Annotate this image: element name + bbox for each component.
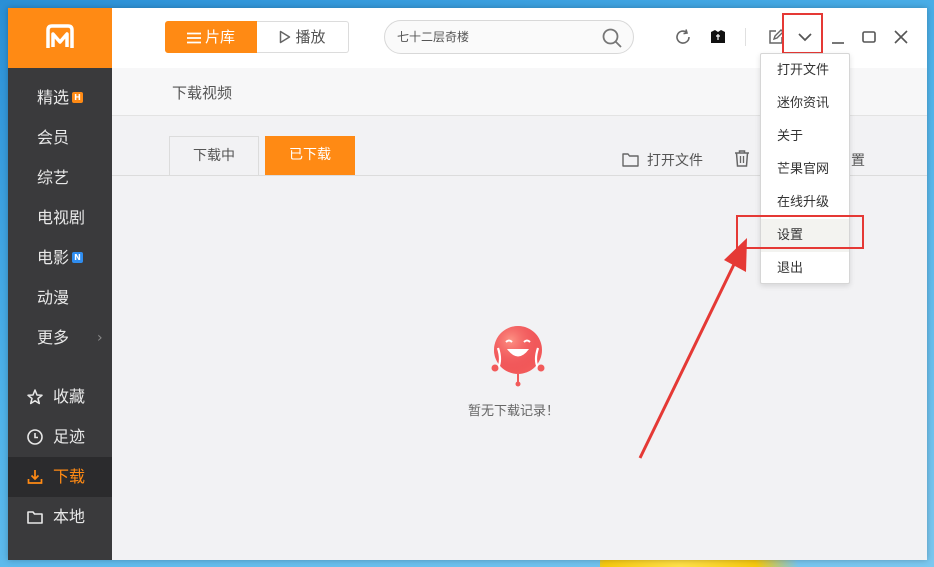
library-button[interactable]: 片库: [165, 21, 257, 53]
sidebar-item-label: 下载: [53, 467, 86, 486]
trash-icon[interactable]: [734, 150, 750, 167]
library-label: 片库: [204, 28, 235, 46]
sidebar-item-label: 电影: [37, 248, 70, 267]
folder-icon: [27, 511, 43, 524]
sidebar-item-more[interactable]: 更多 ›: [8, 318, 112, 358]
close-icon[interactable]: [892, 28, 910, 46]
menu-item-mini-news[interactable]: 迷你资讯: [761, 87, 849, 120]
app-logo[interactable]: [8, 8, 112, 68]
chevron-right-icon: ›: [97, 330, 103, 346]
sidebar-item-favorites[interactable]: 收藏: [8, 377, 112, 417]
tab-downloading[interactable]: 下载中: [169, 136, 259, 175]
settings-highlight: [736, 215, 864, 249]
sidebar-item-label: 会员: [37, 128, 70, 147]
sidebar-nav: 精选 H 会员 综艺 电视剧 电影 N 动漫 更多 ›: [8, 78, 112, 358]
sidebar-item-label: 电视剧: [37, 208, 86, 227]
menu-item-open-file[interactable]: 打开文件: [761, 54, 849, 87]
empty-state-text: 暂无下载记录！: [468, 404, 560, 419]
sidebar-item-label: 综艺: [37, 168, 70, 187]
skin-icon[interactable]: [709, 28, 727, 46]
sidebar: 精选 H 会员 综艺 电视剧 电影 N 动漫 更多 › 收藏 足迹 下载 本地: [8, 8, 112, 560]
page-title: 下载视频: [172, 84, 233, 102]
sidebar-item-label: 更多: [37, 328, 70, 347]
download-icon: [27, 470, 43, 484]
menu-lines-icon: [186, 32, 201, 44]
sidebar-item-label: 动漫: [37, 288, 70, 307]
menu-item-exit[interactable]: 退出: [761, 252, 849, 285]
refresh-icon[interactable]: [674, 28, 692, 46]
sidebar-item-variety[interactable]: 综艺: [8, 158, 112, 198]
search-icon[interactable]: [601, 27, 623, 49]
mode-switch: 片库 播放: [165, 21, 349, 53]
sidebar-item-downloads[interactable]: 下载: [8, 457, 112, 497]
open-file-action[interactable]: 打开文件: [622, 150, 703, 170]
tab-downloaded[interactable]: 已下载: [265, 136, 355, 175]
mango-mascot-icon: [491, 326, 545, 387]
maximize-icon[interactable]: [860, 28, 878, 46]
hot-badge: H: [72, 92, 84, 103]
sidebar-personal-nav: 收藏 足迹 下载 本地: [8, 377, 112, 537]
dropdown-button-highlight: [782, 13, 823, 54]
sidebar-item-anime[interactable]: 动漫: [8, 278, 112, 318]
sidebar-item-movies[interactable]: 电影 N: [8, 238, 112, 278]
sidebar-item-history[interactable]: 足迹: [8, 417, 112, 457]
new-badge: N: [72, 252, 84, 263]
play-button[interactable]: 播放: [257, 21, 349, 53]
menu-item-website[interactable]: 芒果官网: [761, 153, 849, 186]
sidebar-item-label: 本地: [53, 507, 86, 526]
sidebar-item-label: 足迹: [53, 427, 86, 446]
play-icon: [280, 30, 291, 44]
sidebar-item-featured[interactable]: 精选 H: [8, 78, 112, 118]
minimize-icon[interactable]: [829, 28, 847, 46]
sidebar-item-tv[interactable]: 电视剧: [8, 198, 112, 238]
sidebar-item-local[interactable]: 本地: [8, 497, 112, 537]
play-label: 播放: [295, 28, 326, 46]
sidebar-item-label: 收藏: [53, 387, 86, 406]
app-dropdown-menu: 打开文件 迷你资讯 关于 芒果官网 在线升级 设置 退出: [760, 53, 850, 284]
search-box: [384, 20, 634, 54]
star-icon: [27, 389, 43, 405]
sidebar-item-vip[interactable]: 会员: [8, 118, 112, 158]
search-input[interactable]: [397, 28, 597, 46]
folder-icon: [622, 153, 639, 167]
clock-icon: [27, 429, 43, 445]
menu-item-about[interactable]: 关于: [761, 120, 849, 153]
mango-logo-icon: [46, 24, 74, 48]
open-file-label: 打开文件: [647, 153, 703, 169]
settings-action-partial[interactable]: 置: [851, 150, 865, 170]
sidebar-item-label: 精选: [37, 88, 70, 107]
toolbar-divider: [745, 28, 746, 46]
